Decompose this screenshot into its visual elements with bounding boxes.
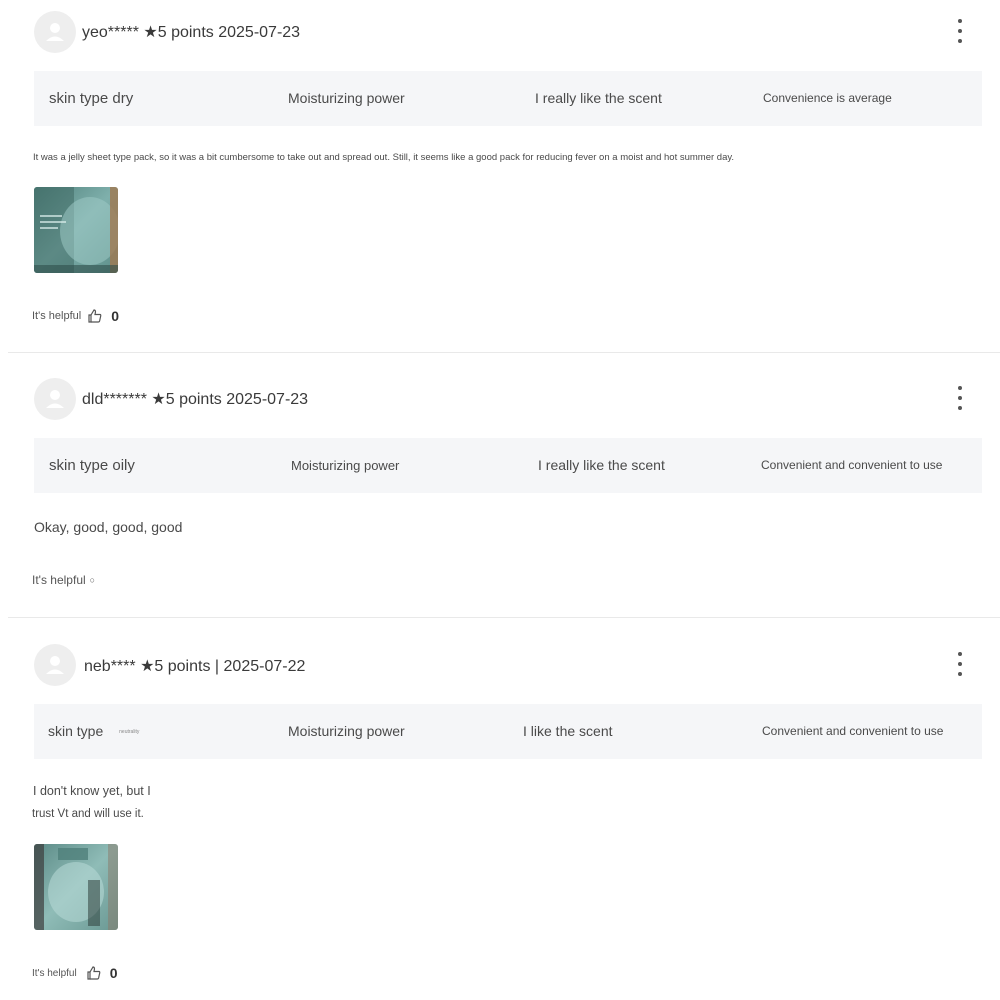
helpful-marker[interactable]: ○ [90, 575, 95, 585]
helpful-row: It's helpful 0 [32, 965, 118, 981]
attribute-bar: skin type dry Moisturizing power I reall… [34, 71, 982, 126]
attr-skin-type-value: neutrality [119, 728, 140, 735]
attr-moisture: Moisturizing power [288, 90, 405, 106]
helpful-count: 0 [109, 965, 118, 981]
rating: ★5 points [151, 391, 222, 408]
review-text-line-1: I don't know yet, but I [33, 784, 151, 798]
review-text: It was a jelly sheet type pack, so it wa… [33, 152, 735, 163]
attr-skin-type-label: skin type [48, 723, 104, 739]
review-text-line-2: trust Vt and will use it. [32, 808, 144, 820]
review-header: neb**** ★5 points | 2025-07-22 [84, 656, 305, 676]
user-avatar-icon [46, 390, 64, 408]
header-separator: | [214, 658, 220, 675]
review-header: dld******* ★5 points 2025-07-23 [82, 389, 308, 409]
review-text: Okay, good, good, good [34, 519, 183, 535]
helpful-row: It's helpful 0 [32, 308, 119, 324]
helpful-label: It's helpful [32, 573, 86, 587]
attr-scent: I really like the scent [538, 457, 665, 473]
attr-scent: I like the scent [523, 723, 613, 739]
review-date: 2025-07-22 [223, 658, 306, 675]
sheet-mask-package-photo [34, 187, 118, 273]
avatar [34, 11, 76, 53]
attr-moisture: Moisturizing power [288, 723, 405, 739]
more-vertical-icon [958, 652, 962, 656]
more-vertical-icon [958, 386, 962, 390]
rating: ★5 points [143, 24, 214, 41]
review-photo[interactable] [34, 844, 118, 930]
review-card: dld******* ★5 points 2025-07-23 skin typ… [0, 353, 1000, 617]
attr-convenience: Convenience is average [763, 91, 892, 105]
review-card: neb**** ★5 points | 2025-07-22 skin type… [0, 618, 1000, 1000]
review-date: 2025-07-23 [226, 391, 309, 408]
review-header: yeo***** ★5 points 2025-07-23 [82, 22, 300, 42]
attr-skin-type: skin type oily [49, 457, 135, 474]
review-date: 2025-07-23 [218, 24, 301, 41]
attr-scent: I really like the scent [535, 90, 662, 106]
user-avatar-icon [46, 656, 64, 674]
attr-convenience: Convenient and convenient to use [761, 458, 943, 472]
avatar [34, 378, 76, 420]
attr-skin-type: skin type neutrality [48, 704, 139, 759]
reviewer-name: yeo***** [82, 24, 139, 41]
review-photo[interactable] [34, 187, 118, 273]
more-vertical-icon [958, 19, 962, 23]
attribute-bar: skin type neutrality Moisturizing power … [34, 704, 982, 759]
helpful-label: It's helpful [32, 310, 82, 322]
attr-convenience: Convenient and convenient to use [762, 724, 944, 738]
thumbs-up-icon[interactable] [87, 308, 103, 324]
helpful-row: It's helpful ○ [32, 573, 95, 587]
more-options-button[interactable] [946, 15, 974, 49]
user-avatar-icon [46, 23, 64, 41]
attr-skin-type: skin type dry [49, 90, 134, 107]
thumbs-up-icon[interactable] [86, 965, 102, 981]
review-card: yeo***** ★5 points 2025-07-23 skin type … [0, 0, 1000, 352]
attribute-bar: skin type oily Moisturizing power I real… [34, 438, 982, 493]
more-options-button[interactable] [946, 382, 974, 416]
attr-moisture: Moisturizing power [291, 458, 400, 473]
reviewer-name: neb**** [84, 658, 136, 675]
avatar [34, 644, 76, 686]
helpful-count: 0 [111, 308, 119, 324]
reviewer-name: dld******* [82, 391, 147, 408]
more-options-button[interactable] [946, 648, 974, 682]
sheet-mask-package-photo [34, 844, 118, 930]
rating: ★5 points [140, 658, 211, 675]
helpful-label: It's helpful [32, 967, 77, 979]
